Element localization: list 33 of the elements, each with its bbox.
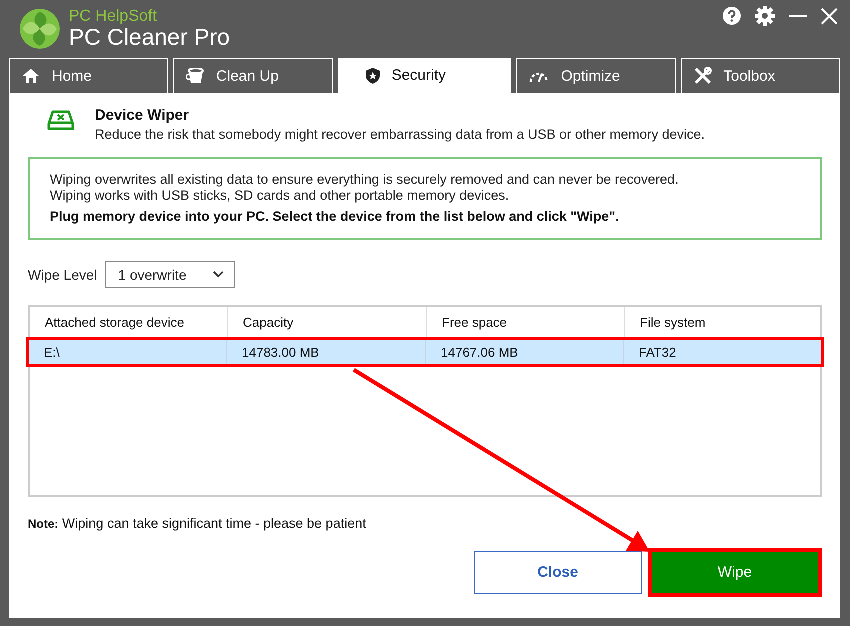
close-button[interactable]: Close [474,551,642,594]
wipe-level-label: Wipe Level [28,266,98,282]
tab[interactable]: Optimize [516,58,676,93]
note-text: Note: Wiping can take significant time - please be patient [28,516,368,531]
instruction-text: Plug memory device into your PC. Select the device from the list below and click "Wipe". [50,209,620,224]
close-icon[interactable] [821,8,838,24]
table-cell-text: FAT32 [638,344,678,362]
vendor-name: PC HelpSoft [69,9,158,25]
tab[interactable]: Home [9,58,168,93]
section-description: Reduce the risk that somebody might recover embarrassing data from a USB or other memory device. [95,127,706,142]
tools-icon [694,67,712,85]
table-cell: 14783.00 MB [227,340,426,364]
info-text: Wiping works with USB sticks, SD cards and other portable memory devices. [50,188,510,204]
logo-icon [19,8,61,50]
section-title: Device Wiper [95,107,190,124]
info-text: Wiping overwrites all existing data to ensure everything is securely removed and can never be recovered. [50,172,680,188]
table-cell: 14767.06 MB [426,340,624,364]
bucket-icon [186,68,204,84]
wipe-button[interactable]: Wipe [648,548,822,597]
tab[interactable]: Clean Up [173,58,333,93]
tab[interactable]: Security [338,58,512,93]
tab[interactable]: Toolbox [680,58,840,93]
column-header: File system [639,314,707,332]
table-cell: E:\ [29,340,227,364]
settings-icon[interactable] [755,6,775,26]
chevron-down-icon [213,271,224,278]
home-icon [22,68,40,84]
wipe-level-dropdown[interactable]: 1 overwrite [105,261,236,288]
app-name: PC Cleaner Pro [69,25,230,49]
help-icon[interactable] [723,7,741,25]
device-row[interactable]: E:\ 14783.00 MB 14767.06 MB FAT32 [26,337,824,367]
drive-wipe-icon [47,110,75,132]
shield-icon [366,68,380,84]
